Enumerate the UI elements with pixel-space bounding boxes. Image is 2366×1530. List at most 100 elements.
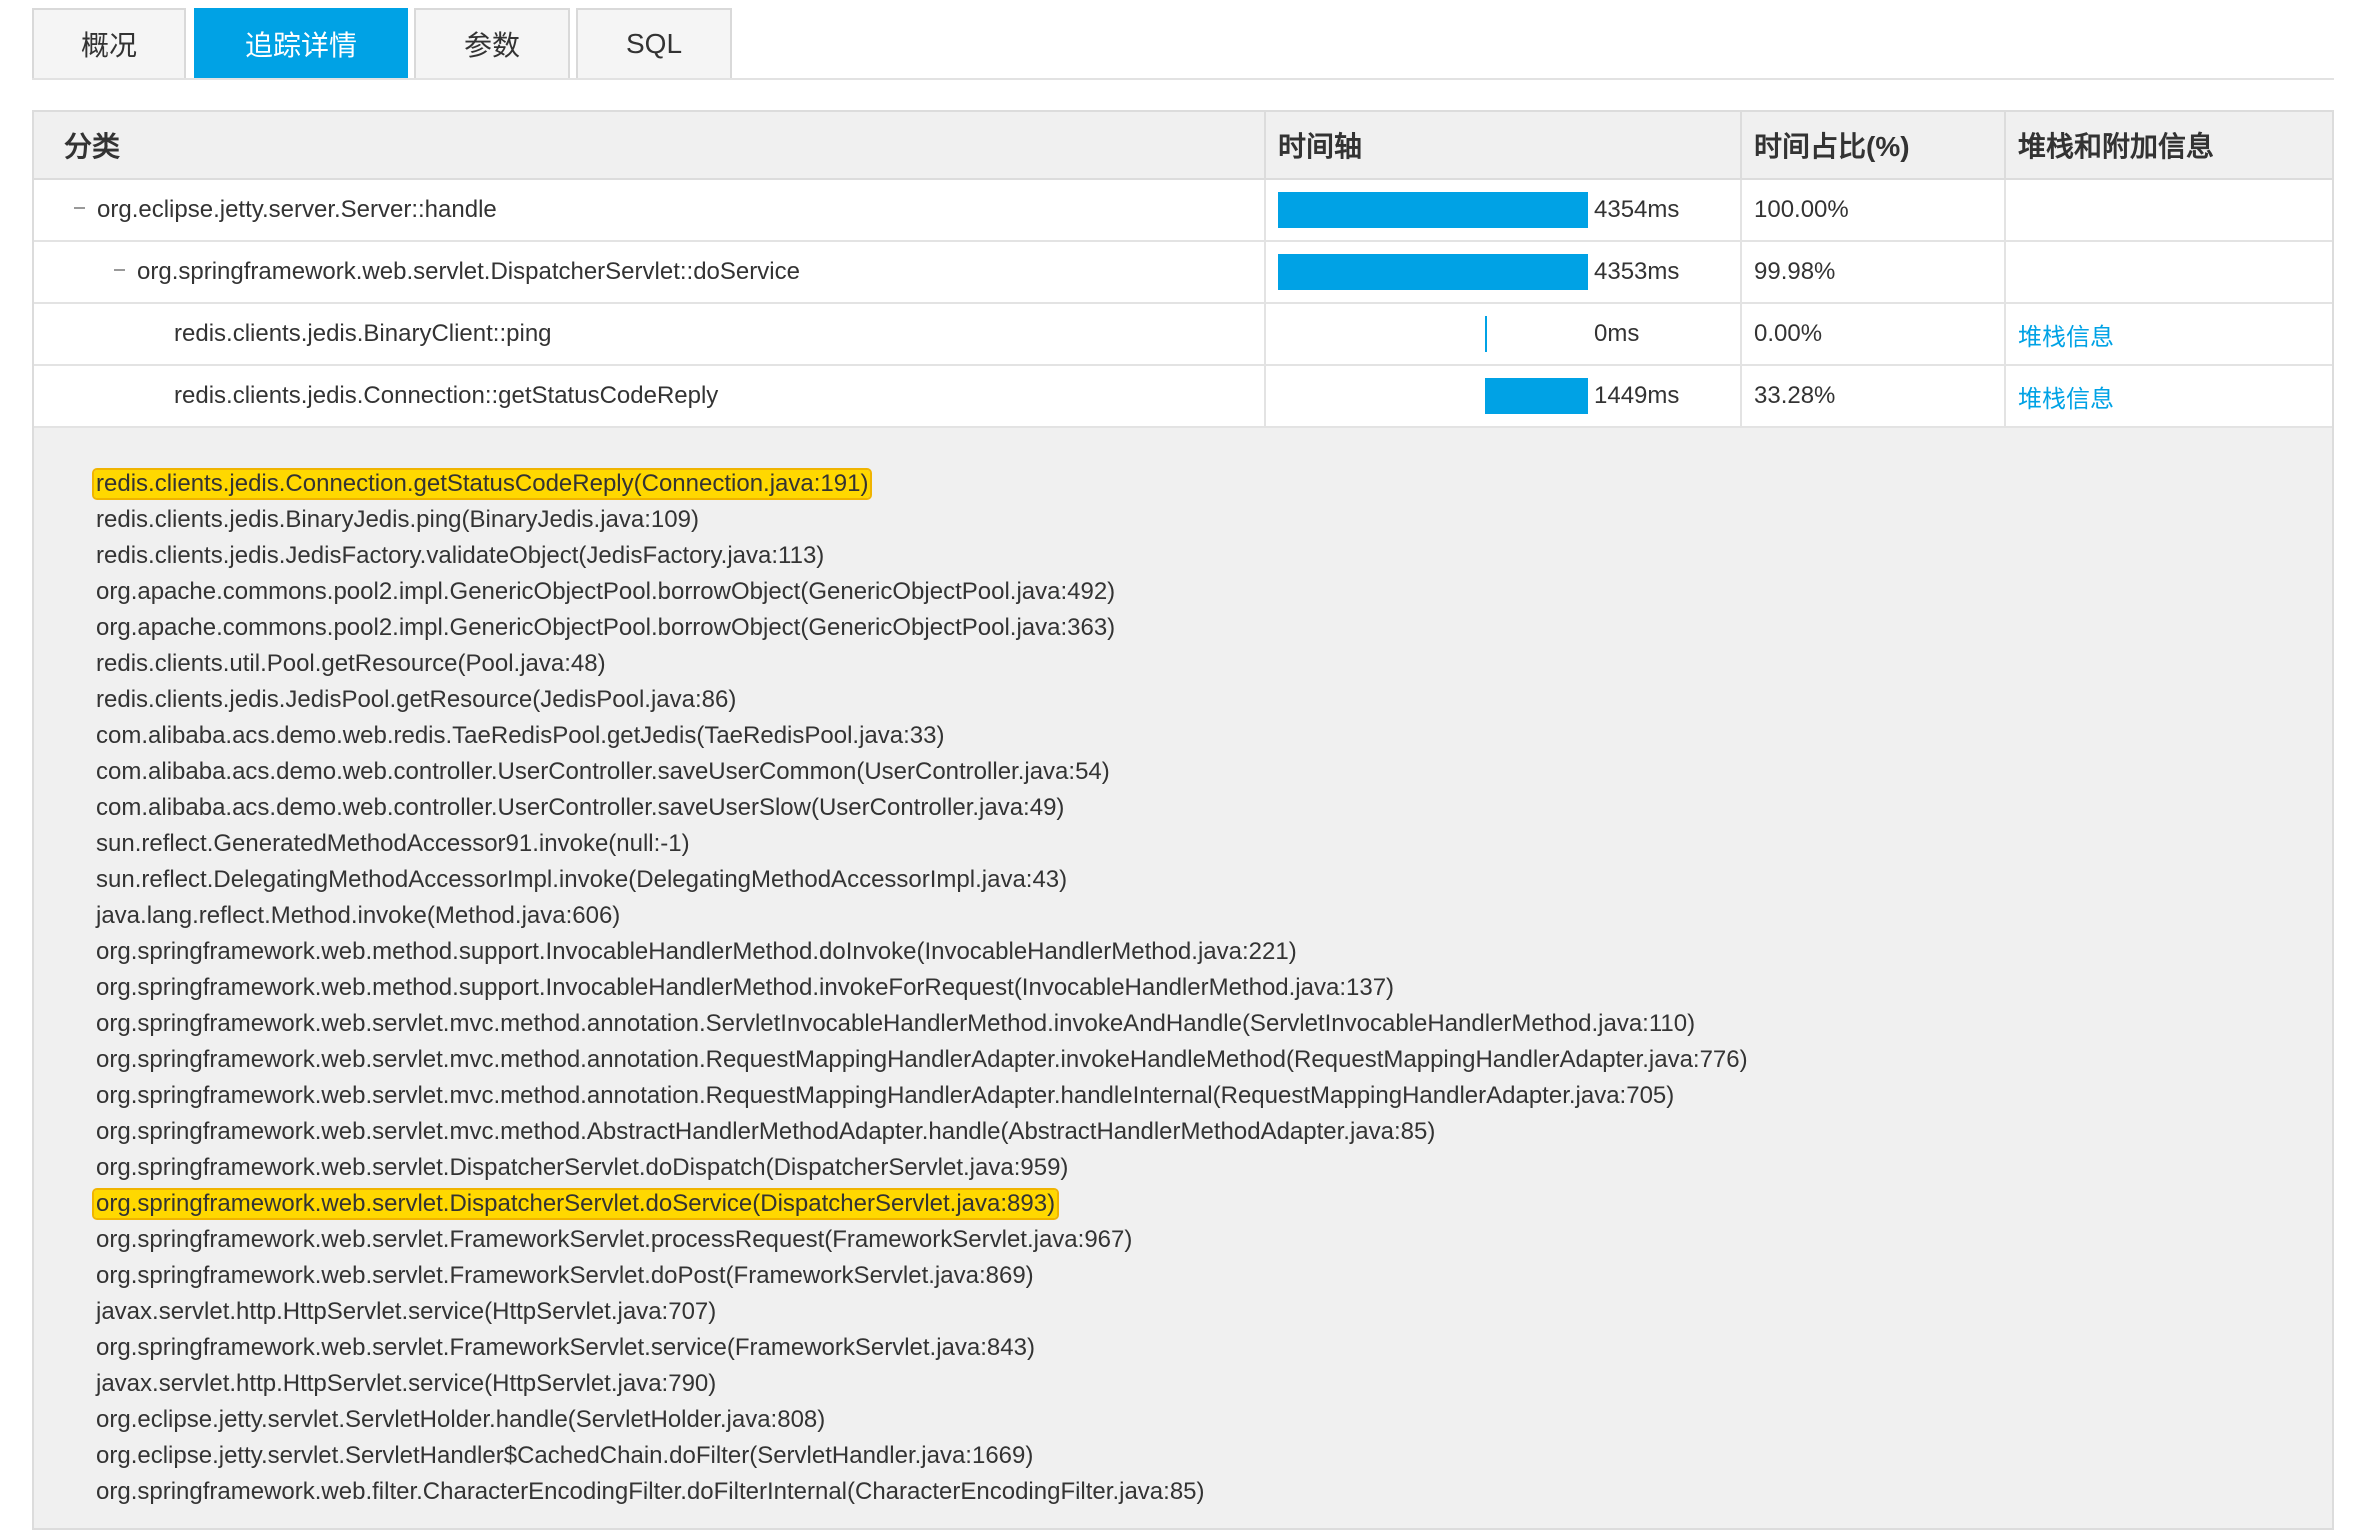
timeline-bar [1484, 316, 1487, 352]
tab-parameters[interactable]: 参数 [414, 8, 570, 78]
stack-frame-text: redis.clients.jedis.Connection.getStatus… [91, 468, 873, 500]
ratio-cell: 33.28% [1742, 366, 2006, 426]
column-header-category: 分类 [34, 112, 1266, 178]
timeline-bar [1278, 254, 1588, 290]
tab-sql[interactable]: SQL [576, 8, 732, 78]
table-header: 分类 时间轴 时间占比(%) 堆栈和附加信息 [34, 112, 2332, 180]
stack-frame: org.springframework.web.servlet.Dispatch… [94, 1150, 2294, 1186]
stack-frame: com.alibaba.acs.demo.web.redis.TaeRedisP… [94, 718, 2294, 754]
stack-frame: org.eclipse.jetty.servlet.ServletHandler… [94, 1438, 2294, 1474]
stack-frame-text: org.springframework.web.servlet.Dispatch… [91, 1188, 1060, 1220]
stack-frame: com.alibaba.acs.demo.web.controller.User… [94, 754, 2294, 790]
timeline-cell: 0ms [1266, 304, 1742, 364]
stack-frame-text: org.springframework.web.servlet.mvc.meth… [96, 1010, 1696, 1037]
stack-frame: javax.servlet.http.HttpServlet.service(H… [94, 1294, 2294, 1330]
stack-frame: sun.reflect.GeneratedMethodAccessor91.in… [94, 826, 2294, 862]
stack-frame-text: redis.clients.util.Pool.getResource(Pool… [96, 650, 606, 677]
stack-frame: org.springframework.web.servlet.mvc.meth… [94, 1078, 2294, 1114]
stack-frame: redis.clients.jedis.BinaryJedis.ping(Bin… [94, 502, 2294, 538]
stack-frame-highlighted: org.springframework.web.servlet.Dispatch… [91, 1186, 2294, 1222]
stack-frame-text: org.springframework.web.servlet.Dispatch… [96, 1154, 1069, 1181]
stack-frame-text: org.springframework.web.servlet.Framewor… [96, 1262, 1034, 1289]
category-cell: redis.clients.jedis.Connection::getStatu… [34, 366, 1266, 426]
trace-table: 分类 时间轴 时间占比(%) 堆栈和附加信息 org.eclipse.jetty… [32, 110, 2334, 1530]
stack-frame: redis.clients.jedis.JedisPool.getResourc… [94, 682, 2294, 718]
stack-frame-text: org.apache.commons.pool2.impl.GenericObj… [96, 578, 1116, 605]
stack-frame: org.springframework.web.servlet.Framewor… [94, 1330, 2294, 1366]
stack-frame-highlighted: redis.clients.jedis.Connection.getStatus… [91, 466, 2294, 502]
timeline-cell: 4354ms [1266, 180, 1742, 240]
stack-frame: org.eclipse.jetty.servlet.ServletHolder.… [94, 1402, 2294, 1438]
stack-frame: sun.reflect.DelegatingMethodAccessorImpl… [94, 862, 2294, 898]
timeline-bar [1484, 378, 1588, 414]
span-name: org.springframework.web.servlet.Dispatch… [137, 258, 800, 285]
span-name: org.eclipse.jetty.server.Server::handle [97, 196, 497, 223]
column-header-stack: 堆栈和附加信息 [2018, 131, 2215, 162]
stack-frame-text: org.springframework.web.servlet.mvc.meth… [96, 1082, 1675, 1109]
table-row[interactable]: org.eclipse.jetty.server.Server::handle … [34, 180, 2332, 242]
column-header-timeline: 时间轴 [1266, 112, 1742, 178]
stack-frame: org.springframework.web.servlet.mvc.meth… [94, 1006, 2294, 1042]
stack-frame: org.springframework.web.servlet.mvc.meth… [94, 1042, 2294, 1078]
stack-frame-text: redis.clients.jedis.BinaryJedis.ping(Bin… [96, 506, 699, 533]
collapse-icon[interactable] [114, 269, 125, 271]
stack-frame-text: redis.clients.jedis.JedisFactory.validat… [96, 542, 825, 569]
stack-frame: javax.servlet.http.HttpServlet.service(H… [94, 1366, 2294, 1402]
stack-frame-text: sun.reflect.GeneratedMethodAccessor91.in… [96, 830, 690, 857]
category-cell: org.springframework.web.servlet.Dispatch… [34, 242, 1266, 302]
table-row[interactable]: redis.clients.jedis.Connection::getStatu… [34, 366, 2332, 428]
duration-label: 1449ms [1594, 382, 1680, 409]
stack-frame-text: com.alibaba.acs.demo.web.controller.User… [96, 758, 1110, 785]
stack-frame: org.springframework.web.servlet.Framewor… [94, 1258, 2294, 1294]
stack-frame-text: org.springframework.web.servlet.mvc.meth… [96, 1046, 1748, 1073]
stack-frame-text: org.eclipse.jetty.servlet.ServletHolder.… [96, 1406, 826, 1433]
ratio-cell: 0.00% [1742, 304, 2006, 364]
stack-frame-text: org.springframework.web.servlet.Framewor… [96, 1334, 1035, 1361]
tab-bar: 概况 追踪详情 参数 SQL [32, 8, 2334, 80]
stack-cell: 堆栈信息 [2006, 366, 2332, 426]
stack-frame-text: org.springframework.web.servlet.mvc.meth… [96, 1118, 1436, 1145]
timeline-cell: 4353ms [1266, 242, 1742, 302]
stack-frame-text: javax.servlet.http.HttpServlet.service(H… [96, 1370, 717, 1397]
stack-frame-text: org.apache.commons.pool2.impl.GenericObj… [96, 614, 1116, 641]
stack-frame: org.springframework.web.servlet.mvc.meth… [94, 1114, 2294, 1150]
duration-label: 0ms [1594, 320, 1640, 347]
stack-frame-text: com.alibaba.acs.demo.web.redis.TaeRedisP… [96, 722, 945, 749]
stack-frame-text: java.lang.reflect.Method.invoke(Method.j… [96, 902, 621, 929]
duration-label: 4354ms [1594, 196, 1680, 223]
stack-frame: redis.clients.jedis.JedisFactory.validat… [94, 538, 2294, 574]
tab-trace-details[interactable]: 追踪详情 [194, 8, 408, 78]
stack-info-link[interactable]: 堆栈信息 [2018, 379, 2114, 414]
stack-frame-text: sun.reflect.DelegatingMethodAccessorImpl… [96, 866, 1068, 893]
stack-frame: org.springframework.web.servlet.Framewor… [94, 1222, 2294, 1258]
stack-cell [2006, 242, 2332, 302]
stack-frame-text: org.springframework.web.filter.Character… [96, 1478, 1205, 1505]
stack-frame: redis.clients.util.Pool.getResource(Pool… [94, 646, 2294, 682]
stack-frame-text: org.springframework.web.method.support.I… [96, 974, 1395, 1001]
stack-frame-text: redis.clients.jedis.JedisPool.getResourc… [96, 686, 737, 713]
stack-frame-text: javax.servlet.http.HttpServlet.service(H… [96, 1298, 717, 1325]
stack-cell [2006, 180, 2332, 240]
category-cell: redis.clients.jedis.BinaryClient::ping [34, 304, 1266, 364]
duration-label: 4353ms [1594, 258, 1680, 285]
stack-info-link[interactable]: 堆栈信息 [2018, 317, 2114, 352]
table-row[interactable]: org.springframework.web.servlet.Dispatch… [34, 242, 2332, 304]
tab-overview[interactable]: 概况 [32, 8, 186, 78]
span-name: redis.clients.jedis.Connection::getStatu… [174, 382, 719, 409]
stack-frame: org.springframework.web.method.support.I… [94, 934, 2294, 970]
stack-cell: 堆栈信息 [2006, 304, 2332, 364]
span-name: redis.clients.jedis.BinaryClient::ping [174, 320, 552, 347]
table-row[interactable]: redis.clients.jedis.BinaryClient::ping 0… [34, 304, 2332, 366]
stack-frame: java.lang.reflect.Method.invoke(Method.j… [94, 898, 2294, 934]
collapse-icon[interactable] [74, 207, 85, 209]
timeline-bar [1278, 192, 1588, 228]
stack-frame: org.springframework.web.method.support.I… [94, 970, 2294, 1006]
stack-frame-text: org.eclipse.jetty.servlet.ServletHandler… [96, 1442, 1034, 1469]
category-cell: org.eclipse.jetty.server.Server::handle [34, 180, 1266, 240]
stack-trace: redis.clients.jedis.Connection.getStatus… [91, 466, 2294, 1510]
stack-frame: org.springframework.web.filter.Character… [94, 1474, 2294, 1510]
timeline-cell: 1449ms [1266, 366, 1742, 426]
stack-frame-text: com.alibaba.acs.demo.web.controller.User… [96, 794, 1065, 821]
stack-frame: org.apache.commons.pool2.impl.GenericObj… [94, 610, 2294, 646]
stack-frame-text: org.springframework.web.servlet.Framewor… [96, 1226, 1133, 1253]
